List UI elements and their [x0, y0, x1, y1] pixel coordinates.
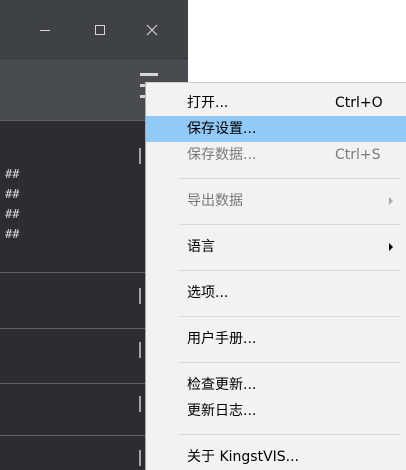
menu-item-save-settings[interactable]: 保存设置... — [146, 116, 406, 142]
row-marker — [139, 148, 141, 164]
close-icon — [146, 24, 158, 36]
menu-item-options[interactable]: 选项... — [146, 280, 406, 306]
hamburger-menu-icon — [140, 73, 158, 76]
maximize-icon — [95, 25, 105, 35]
menu-item-save-data: 保存数据... Ctrl+S — [146, 142, 406, 168]
menu-item-label: 更新日志... — [187, 403, 257, 419]
close-button[interactable] — [139, 17, 165, 43]
menu-separator — [146, 168, 406, 188]
menu-separator — [146, 352, 406, 372]
menu-item-check-updates[interactable]: 检查更新... — [146, 372, 406, 398]
menu-item-label: 打开... — [187, 95, 229, 111]
menu-item-shortcut: Ctrl+O — [335, 95, 383, 111]
menu-item-label: 用户手册... — [187, 331, 257, 347]
menu-item-open[interactable]: 打开... Ctrl+O — [146, 90, 406, 116]
menu-item-label: 保存设置... — [187, 121, 257, 137]
menu-item-about[interactable]: 关于 KingstVIS... — [146, 444, 406, 470]
channel-label: ## — [5, 187, 20, 201]
menu-item-export-data: 导出数据 — [146, 188, 406, 214]
menu-separator — [146, 424, 406, 444]
menu-item-label: 选项... — [187, 285, 229, 301]
row-marker — [139, 342, 141, 358]
menu-item-language[interactable]: 语言 — [146, 234, 406, 260]
channel-label: ## — [5, 167, 20, 181]
menu-item-label: 导出数据 — [187, 193, 243, 209]
menu-separator — [146, 214, 406, 234]
menu-item-label: 语言 — [187, 239, 215, 255]
main-dropdown-menu: 打开... Ctrl+O 保存设置... 保存数据... Ctrl+S 导出数据… — [145, 82, 406, 470]
minimize-icon — [40, 30, 50, 31]
row-marker — [139, 450, 141, 466]
row-marker — [139, 396, 141, 412]
menu-item-shortcut: Ctrl+S — [335, 147, 381, 163]
menu-item-user-manual[interactable]: 用户手册... — [146, 326, 406, 352]
submenu-arrow-icon — [389, 197, 393, 205]
row-marker — [139, 288, 141, 304]
menu-item-changelog[interactable]: 更新日志... — [146, 398, 406, 424]
channel-label: ## — [5, 207, 20, 221]
menu-separator — [146, 260, 406, 280]
channel-label: ## — [5, 227, 20, 241]
menu-item-label: 检查更新... — [187, 377, 257, 393]
menu-item-label: 关于 KingstVIS... — [187, 449, 300, 465]
menu-separator — [146, 306, 406, 326]
submenu-arrow-icon — [389, 243, 393, 251]
title-bar — [0, 0, 188, 58]
menu-item-label: 保存数据... — [187, 147, 257, 163]
maximize-button[interactable] — [87, 17, 113, 43]
minimize-button[interactable] — [32, 17, 58, 43]
